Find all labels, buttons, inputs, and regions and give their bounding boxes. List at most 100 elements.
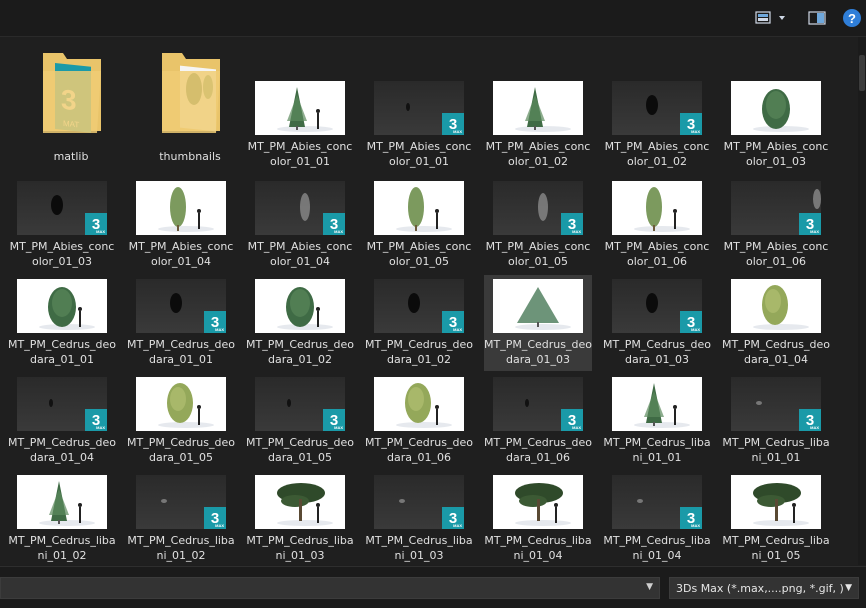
file-type-select[interactable]: 3Ds Max (*.max,....png, *.gif, ) ▼ <box>669 577 859 599</box>
file-label: MT_PM_Cedrus_libani_01_05 <box>722 534 830 562</box>
file-item[interactable]: 3 MAX MT_PM_Cedrus_libani_01_01 <box>722 373 830 469</box>
3ds-max-icon: 3 MAX <box>799 409 821 431</box>
file-label: MT_PM_Abies_concolor_01_06 <box>723 240 829 268</box>
file-label: MT_PM_Cedrus_libani_01_03 <box>365 534 473 562</box>
file-item[interactable]: MT_PM_Cedrus_deodara_01_06 <box>365 373 473 469</box>
file-label: MT_PM_Cedrus_deodara_01_02 <box>246 338 354 366</box>
3ds-max-icon: 3 MAX <box>442 507 464 529</box>
file-item[interactable]: MT_PM_Cedrus_libani_01_04 <box>484 471 592 565</box>
file-grid[interactable]: 3MAT matlib thumbnails MT_PM_Abies_conco… <box>0 37 858 565</box>
file-thumbnail: 3 MAX <box>493 377 583 431</box>
vertical-scrollbar[interactable] <box>858 37 866 565</box>
file-item[interactable]: 3 MAX MT_PM_Cedrus_libani_01_04 <box>603 471 711 565</box>
3ds-max-icon: 3 MAX <box>85 213 107 235</box>
file-thumbnail <box>136 377 226 431</box>
file-item[interactable]: MT_PM_Abies_concolor_01_06 <box>603 177 711 273</box>
file-item[interactable]: MT_PM_Abies_concolor_01_04 <box>127 177 235 273</box>
file-item[interactable]: 3 MAX MT_PM_Cedrus_libani_01_03 <box>365 471 473 565</box>
3ds-max-icon: 3 MAX <box>204 507 226 529</box>
file-label: MT_PM_Cedrus_libani_01_04 <box>484 534 592 562</box>
help-button[interactable]: ? <box>842 8 862 28</box>
file-item[interactable]: MT_PM_Cedrus_libani_01_03 <box>246 471 354 565</box>
file-item[interactable]: MT_PM_Abies_concolor_01_05 <box>365 177 473 273</box>
file-label: MT_PM_Cedrus_deodara_01_06 <box>365 436 473 464</box>
file-item[interactable]: MT_PM_Abies_concolor_01_03 <box>722 77 830 173</box>
file-thumbnail <box>612 377 702 431</box>
file-item[interactable]: MT_PM_Cedrus_libani_01_01 <box>603 373 711 469</box>
file-label: MT_PM_Cedrus_deodara_01_03 <box>484 338 592 366</box>
preview-pane-button[interactable] <box>806 8 828 28</box>
file-item[interactable]: 3 MAX MT_PM_Abies_concolor_01_06 <box>722 177 830 273</box>
file-label: MT_PM_Abies_concolor_01_06 <box>604 240 710 268</box>
file-label: MT_PM_Abies_concolor_01_05 <box>366 240 472 268</box>
file-item[interactable]: 3 MAX MT_PM_Cedrus_deodara_01_06 <box>484 373 592 469</box>
3ds-max-icon: 3 MAX <box>442 113 464 135</box>
file-item[interactable]: 3 MAX MT_PM_Abies_concolor_01_03 <box>8 177 116 273</box>
file-label: MT_PM_Cedrus_deodara_01_05 <box>127 436 235 464</box>
file-thumbnail: 3 MAX <box>374 81 464 135</box>
file-thumbnail <box>17 475 107 529</box>
file-item[interactable]: MT_PM_Cedrus_deodara_01_02 <box>246 275 354 371</box>
3ds-max-icon: 3 MAX <box>323 409 345 431</box>
3ds-max-icon: 3 MAX <box>85 409 107 431</box>
file-thumbnail: 3 MAX <box>731 377 821 431</box>
file-thumbnail <box>493 475 583 529</box>
preview-pane-icon <box>808 11 826 25</box>
file-label: MT_PM_Abies_concolor_01_02 <box>604 140 710 168</box>
chevron-down-icon[interactable]: ▼ <box>646 582 653 592</box>
file-thumbnail: 3 MAX <box>612 81 702 135</box>
file-item[interactable]: 3 MAX MT_PM_Cedrus_libani_01_02 <box>127 471 235 565</box>
folder-thumbnails[interactable]: thumbnails <box>136 49 244 169</box>
file-item[interactable]: 3 MAX MT_PM_Abies_concolor_01_02 <box>603 77 711 173</box>
file-item[interactable]: MT_PM_Abies_concolor_01_02 <box>484 77 592 173</box>
3ds-max-icon: 3 MAX <box>561 213 583 235</box>
file-label: MT_PM_Abies_concolor_01_05 <box>485 240 591 268</box>
file-thumbnail <box>136 181 226 235</box>
file-thumbnail: 3 MAX <box>731 181 821 235</box>
file-label: MT_PM_Cedrus_libani_01_02 <box>8 534 116 562</box>
file-thumbnail <box>493 81 583 135</box>
3ds-max-folder-icon: 3MAT <box>43 53 101 133</box>
file-label: MT_PM_Cedrus_libani_01_04 <box>603 534 711 562</box>
3ds-max-icon: 3 MAX <box>680 507 702 529</box>
file-item[interactable]: MT_PM_Cedrus_libani_01_05 <box>722 471 830 565</box>
file-item[interactable]: 3 MAX MT_PM_Abies_concolor_01_05 <box>484 177 592 273</box>
file-thumbnail <box>612 181 702 235</box>
file-item[interactable]: 3 MAX MT_PM_Cedrus_deodara_01_05 <box>246 373 354 469</box>
3ds-max-icon: 3 MAX <box>323 213 345 235</box>
file-label: MT_PM_Cedrus_deodara_01_04 <box>722 338 830 366</box>
file-item[interactable]: 3 MAX MT_PM_Cedrus_deodara_01_03 <box>603 275 711 371</box>
file-item[interactable]: 3 MAX MT_PM_Cedrus_deodara_01_04 <box>8 373 116 469</box>
3ds-max-icon: 3 MAX <box>680 113 702 135</box>
image-folder-icon <box>162 53 220 133</box>
file-thumbnail: 3 MAX <box>255 181 345 235</box>
file-item[interactable]: 3 MAX MT_PM_Cedrus_deodara_01_01 <box>127 275 235 371</box>
file-thumbnail: 3 MAX <box>374 279 464 333</box>
file-thumbnail: 3 MAX <box>136 279 226 333</box>
chevron-down-icon: ▼ <box>845 583 852 593</box>
file-item[interactable]: MT_PM_Cedrus_deodara_01_05 <box>127 373 235 469</box>
file-label: MT_PM_Abies_concolor_01_03 <box>9 240 115 268</box>
file-item[interactable]: 3 MAX MT_PM_Abies_concolor_01_01 <box>365 77 473 173</box>
file-thumbnail: 3 MAX <box>612 279 702 333</box>
file-item[interactable]: 3 MAX MT_PM_Cedrus_deodara_01_02 <box>365 275 473 371</box>
view-mode-button[interactable] <box>752 8 792 28</box>
folder-matlib[interactable]: 3MAT matlib <box>17 49 125 169</box>
file-label: MT_PM_Abies_concolor_01_03 <box>723 140 829 168</box>
file-thumbnail <box>17 279 107 333</box>
filename-input[interactable]: ▼ <box>0 577 660 599</box>
file-item[interactable]: 3 MAX MT_PM_Abies_concolor_01_04 <box>246 177 354 273</box>
file-type-value: 3Ds Max (*.max,....png, *.gif, ) <box>676 581 844 595</box>
file-item[interactable]: MT_PM_Abies_concolor_01_01 <box>246 77 354 173</box>
file-item[interactable]: MT_PM_Cedrus_deodara_01_01 <box>8 275 116 371</box>
help-icon: ? <box>843 9 861 27</box>
file-label: MT_PM_Cedrus_deodara_01_06 <box>484 436 592 464</box>
file-item[interactable]: MT_PM_Cedrus_libani_01_02 <box>8 471 116 565</box>
3ds-max-icon: 3 MAX <box>204 311 226 333</box>
file-thumbnail: 3 MAX <box>374 475 464 529</box>
file-item[interactable]: MT_PM_Cedrus_deodara_01_04 <box>722 275 830 371</box>
file-label: MT_PM_Cedrus_libani_01_01 <box>603 436 711 464</box>
file-item[interactable]: MT_PM_Cedrus_deodara_01_03 <box>484 275 592 371</box>
file-thumbnail: 3 MAX <box>612 475 702 529</box>
scrollbar-thumb[interactable] <box>859 55 865 91</box>
